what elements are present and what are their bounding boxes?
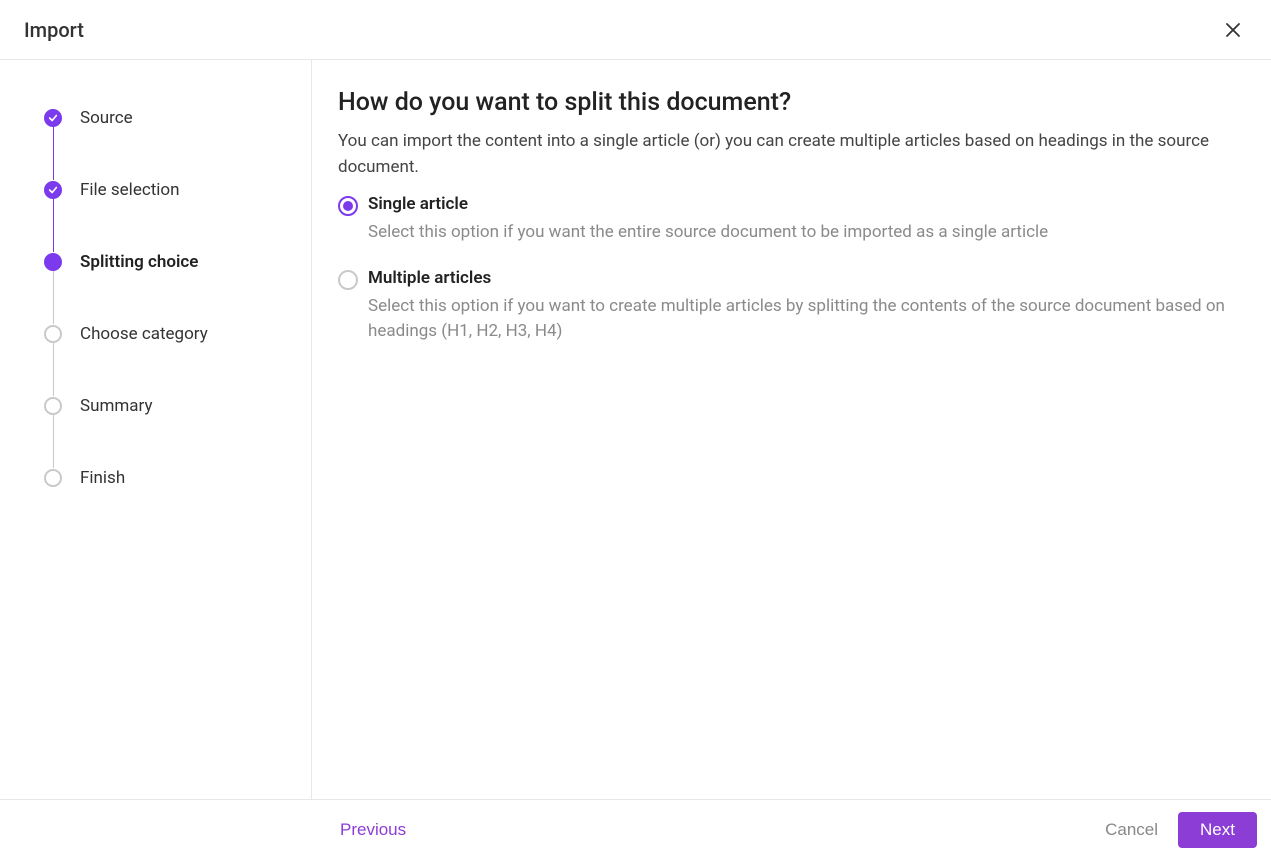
wizard-step-summary[interactable]: Summary <box>44 396 281 468</box>
step-indicator-icon <box>44 325 62 343</box>
check-icon <box>48 185 58 195</box>
step-indicator-icon <box>44 253 62 271</box>
footer-inner: Previous Cancel Next <box>312 812 1257 848</box>
option-body: Multiple articles Select this option if … <box>368 268 1247 345</box>
dialog-header: Import <box>0 0 1271 60</box>
radio-icon <box>338 196 358 216</box>
step-label: File selection <box>80 180 180 200</box>
dialog-body: Source File selection Splitting choice C… <box>0 60 1271 799</box>
wizard-step-splitting-choice[interactable]: Splitting choice <box>44 252 281 324</box>
step-connector <box>53 198 54 252</box>
close-button[interactable] <box>1219 16 1247 44</box>
check-icon <box>48 113 58 123</box>
split-option-single[interactable]: Single article Select this option if you… <box>338 194 1247 246</box>
option-description: Select this option if you want the entir… <box>368 220 1247 246</box>
page-subheading: You can import the content into a single… <box>338 129 1247 180</box>
step-indicator-icon <box>44 397 62 415</box>
step-label: Source <box>80 108 133 128</box>
close-icon <box>1225 22 1241 38</box>
step-connector <box>53 270 54 324</box>
wizard-step-choose-category[interactable]: Choose category <box>44 324 281 396</box>
step-indicator-icon <box>44 109 62 127</box>
option-description: Select this option if you want to create… <box>368 294 1247 345</box>
step-connector <box>53 414 54 468</box>
step-indicator-icon <box>44 469 62 487</box>
radio-icon <box>338 270 358 290</box>
step-label: Summary <box>80 396 152 416</box>
option-body: Single article Select this option if you… <box>368 194 1247 246</box>
wizard-step-finish[interactable]: Finish <box>44 468 281 488</box>
dialog-title: Import <box>24 18 84 42</box>
option-title: Single article <box>368 194 1247 214</box>
step-label: Finish <box>80 468 125 488</box>
step-label: Choose category <box>80 324 208 344</box>
step-connector <box>53 342 54 396</box>
footer-right: Cancel Next <box>1105 812 1257 848</box>
wizard-step-source[interactable]: Source <box>44 108 281 180</box>
step-label: Splitting choice <box>80 252 198 272</box>
previous-button[interactable]: Previous <box>340 820 406 840</box>
wizard-sidebar: Source File selection Splitting choice C… <box>0 60 312 799</box>
page-heading: How do you want to split this document? <box>338 88 1247 117</box>
option-title: Multiple articles <box>368 268 1247 288</box>
cancel-button[interactable]: Cancel <box>1105 820 1158 840</box>
wizard-steps: Source File selection Splitting choice C… <box>44 108 281 488</box>
next-button[interactable]: Next <box>1178 812 1257 848</box>
dialog-footer: Previous Cancel Next <box>0 799 1271 859</box>
wizard-main: How do you want to split this document? … <box>312 60 1271 799</box>
step-indicator-icon <box>44 181 62 199</box>
step-connector <box>53 126 54 180</box>
wizard-step-file-selection[interactable]: File selection <box>44 180 281 252</box>
split-option-multiple[interactable]: Multiple articles Select this option if … <box>338 268 1247 345</box>
